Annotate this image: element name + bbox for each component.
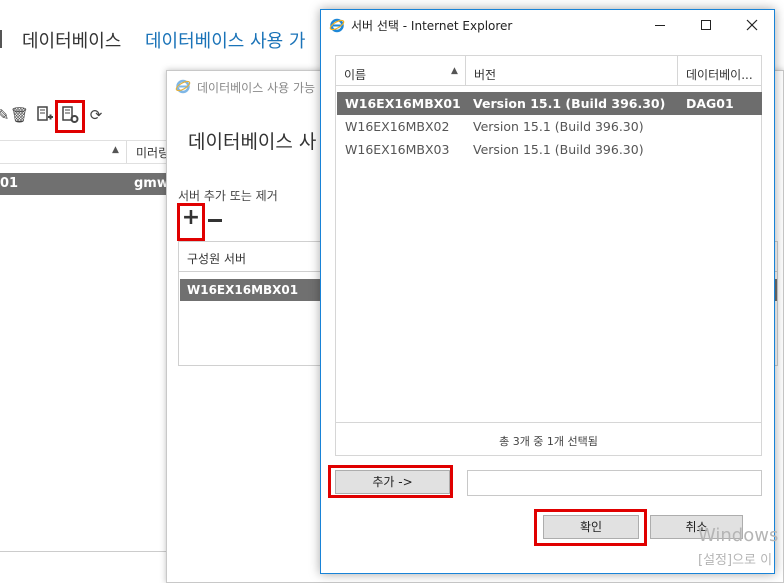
highlight-plus (177, 203, 205, 241)
dialog-title: 서버 선택 - Internet Explorer (351, 19, 513, 33)
column-version[interactable]: 버전 (466, 56, 678, 86)
column-version-label: 버전 (474, 68, 497, 82)
server-grid: 이름 ▲ 버전 데이터베이... W16EX16MBX01 Version 15… (335, 55, 762, 456)
server-name: W16EX16MBX03 (345, 142, 450, 157)
minimize-button[interactable] (637, 10, 683, 40)
ie-icon (329, 17, 345, 37)
dialog-title: 데이터베이스 사용 가능 (197, 81, 316, 95)
minimize-icon (655, 25, 665, 26)
server-select-dialog: 서버 선택 - Internet Explorer 이름 ▲ 버전 데이터베이.… (320, 9, 775, 574)
highlight-ok (534, 509, 647, 546)
server-version: Version 15.1 (Build 396.30) (473, 142, 644, 157)
column-database[interactable]: 데이터베이... (678, 56, 762, 86)
server-dag: DAG01 (686, 96, 734, 111)
row-name: 01 (0, 176, 19, 191)
nav-divider (0, 30, 2, 48)
server-name: W16EX16MBX01 (345, 96, 461, 111)
activation-watermark: Windows (698, 525, 779, 546)
selection-count: 총 3개 중 1개 선택됨 (336, 422, 761, 456)
highlight-add (328, 465, 453, 498)
selected-servers-field[interactable] (467, 470, 762, 496)
highlight-manage-icon (55, 100, 85, 133)
column-name[interactable]: 이름 ▲ (336, 56, 466, 86)
column-mirror[interactable]: 미러링 (136, 144, 169, 161)
row-mirror: gmw (134, 176, 169, 191)
maximize-icon (701, 20, 711, 30)
server-name: W16EX16MBX02 (345, 119, 450, 134)
refresh-icon[interactable]: ⟳ (87, 106, 105, 124)
tab-database-availability[interactable]: 데이터베이스 사용 가 (145, 27, 305, 53)
minus-icon[interactable] (208, 219, 222, 222)
server-version: Version 15.1 (Build 396.30) (473, 119, 644, 134)
column-database-label: 데이터베이... (686, 68, 753, 82)
table-row[interactable]: W16EX16MBX01 Version 15.1 (Build 396.30)… (337, 92, 762, 115)
close-button[interactable] (729, 10, 775, 40)
sort-asc-icon: ▲ (451, 66, 458, 76)
tab-databases[interactable]: 데이터베이스 (22, 27, 121, 53)
table-row[interactable]: W16EX16MBX03 Version 15.1 (Build 396.30) (337, 138, 762, 161)
trash-icon[interactable]: 🗑 (10, 106, 29, 124)
table-row[interactable]: W16EX16MBX02 Version 15.1 (Build 396.30) (337, 115, 762, 138)
add-server-icon[interactable] (36, 106, 54, 124)
close-icon (746, 19, 758, 31)
column-name-label: 이름 (344, 68, 367, 82)
activation-watermark-sub: [설정]으로 이 (698, 553, 773, 568)
maximize-button[interactable] (683, 10, 729, 40)
page-title: 데이터베이스 사 (188, 131, 317, 153)
ie-icon (175, 78, 191, 98)
sort-asc-icon[interactable]: ▲ (112, 145, 119, 155)
server-version: Version 15.1 (Build 396.30) (473, 96, 666, 111)
add-remove-label: 서버 추가 또는 제거 (178, 189, 278, 203)
titlebar: 서버 선택 - Internet Explorer (321, 10, 774, 40)
